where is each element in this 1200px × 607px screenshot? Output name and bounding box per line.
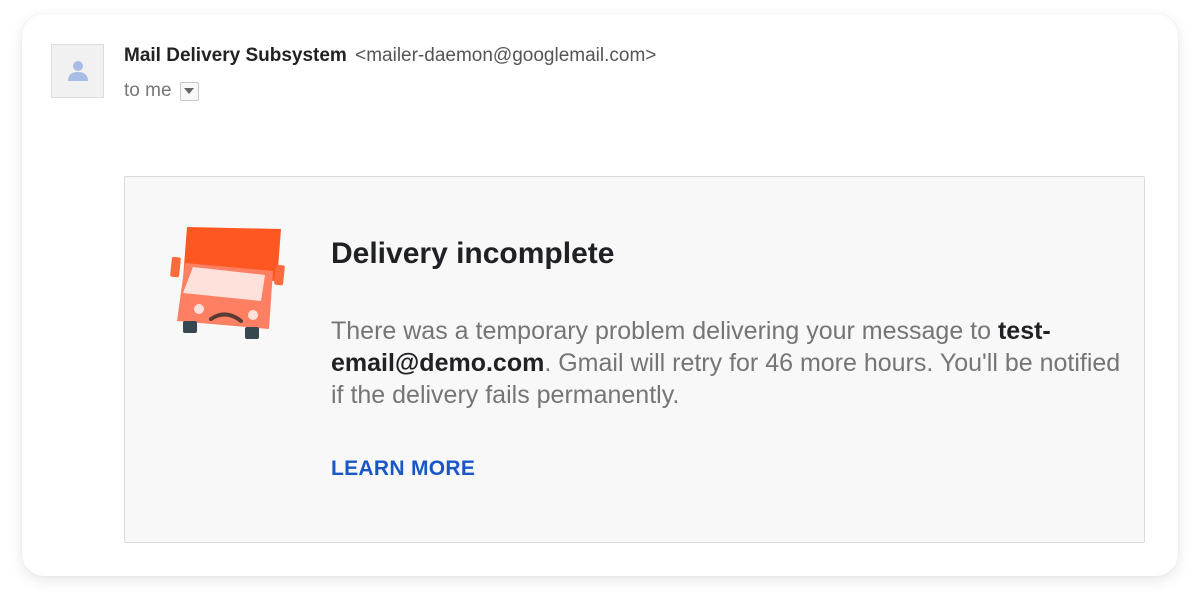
delivery-truck-icon [170, 227, 285, 339]
notice-body: There was a temporary problem delivering… [331, 315, 1121, 411]
chevron-down-icon [184, 88, 195, 94]
email-message-card: Mail Delivery Subsystem <mailer-daemon@g… [22, 14, 1178, 576]
notice-title: Delivery incomplete [331, 237, 615, 270]
notice-body-prefix: There was a temporary problem delivering… [331, 317, 998, 345]
show-details-button[interactable] [179, 81, 199, 101]
sender-name[interactable]: Mail Delivery Subsystem [124, 45, 347, 66]
person-icon [67, 61, 88, 81]
delivery-notice-box: Delivery incomplete There was a temporar… [124, 176, 1145, 543]
sender-line: Mail Delivery Subsystem <mailer-daemon@g… [124, 45, 656, 67]
recipient-line: to me [124, 80, 199, 102]
recipient-label: to me [124, 80, 172, 101]
sender-avatar[interactable] [51, 44, 104, 98]
sender-email: <mailer-daemon@googlemail.com> [355, 45, 657, 66]
learn-more-link[interactable]: LEARN MORE [331, 457, 475, 481]
